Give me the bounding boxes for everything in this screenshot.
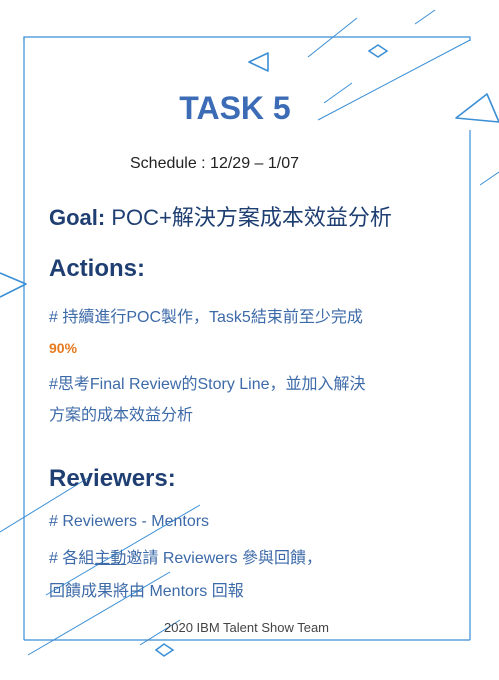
reviewers-line-2-prefix: # 各組	[49, 550, 95, 567]
page-title: TASK 5	[179, 90, 291, 126]
triangle-shape	[0, 272, 27, 298]
diamond-shape	[154, 643, 175, 657]
goal-text: POC+解決方案成本效益分析	[105, 205, 392, 230]
reviewers-line-2-suffix: 邀請 Reviewers 參與回饋，	[126, 550, 322, 567]
actions-heading: Actions:	[49, 255, 145, 282]
diagonal-stroke	[479, 171, 499, 186]
reviewers-line-2-underlined: 主動	[94, 550, 127, 567]
reviewers-line-2: # 各組主動邀請 Reviewers 參與回饋，	[49, 544, 322, 568]
footer-text: 2020 IBM Talent Show Team	[164, 620, 330, 635]
goal-label: Goal:	[49, 205, 106, 230]
triangle-shape	[248, 52, 269, 72]
schedule-text: Schedule : 12/29 – 1/07	[130, 155, 300, 172]
diamond-shape	[367, 44, 389, 58]
actions-line-1: # 持續進行POC製作，Task5結束前至少完成	[49, 309, 363, 326]
goal-line: Goal: POC+解決方案成本效益分析	[49, 200, 392, 232]
reviewers-heading: Reviewers:	[49, 465, 176, 492]
actions-highlight: 90%	[49, 340, 78, 356]
reviewers-line-1: # Reviewers - Mentors	[49, 513, 210, 530]
diagonal-stroke	[414, 9, 436, 25]
frame-top-line	[23, 36, 471, 41]
actions-line-2: #思考Final Review的Story Line，並加入解決	[49, 376, 366, 393]
reviewers-line-3: 回饋成果將由 Mentors 回報	[49, 583, 244, 600]
actions-line-3: 方案的成本效益分析	[49, 407, 194, 424]
